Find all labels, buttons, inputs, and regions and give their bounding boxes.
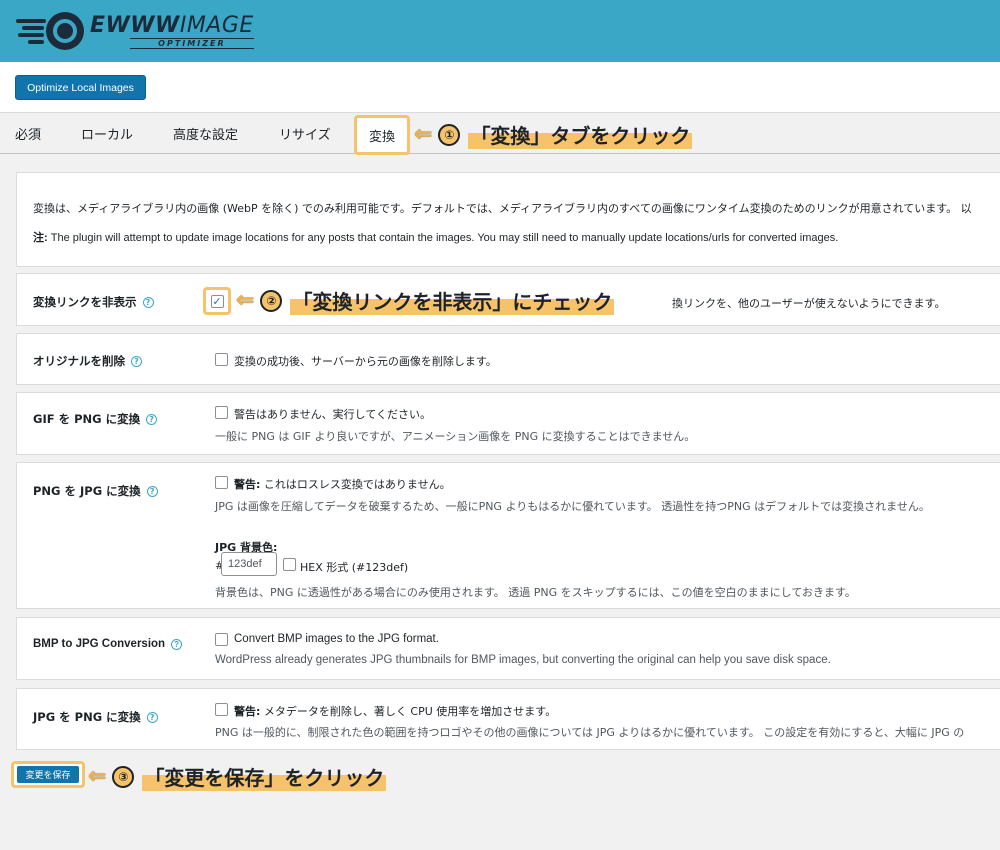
annotation-text: 「変換」タブをクリック	[468, 120, 693, 149]
intro-description: 変換は、メディアライブラリ内の画像 (WebP を除く) でのみ利用可能です。デ…	[33, 202, 972, 215]
setting-label: GIF を PNG に変換?	[33, 411, 158, 427]
setting-row-bmp-to-jpg: BMP to JPG Conversion? Convert BMP image…	[16, 617, 1000, 680]
annotation-text: 「変更を保存」をクリック	[142, 762, 387, 791]
save-changes-button[interactable]: 変更を保存	[17, 766, 79, 783]
step-number: ①	[438, 123, 461, 146]
save-button-highlight: 変更を保存	[11, 761, 85, 788]
intro-note: 注: The plugin will attempt to update ima…	[33, 232, 839, 244]
png-to-jpg-checkbox[interactable]	[215, 476, 228, 489]
bmp-to-jpg-checkbox[interactable]	[215, 633, 228, 646]
step-number: ③	[112, 765, 135, 788]
setting-label: オリジナルを削除?	[33, 353, 142, 369]
optimize-local-images-button[interactable]: Optimize Local Images	[15, 75, 146, 100]
jpg-background-color-input[interactable]: 123def	[221, 552, 277, 576]
arrow-left-icon: ⇐	[414, 122, 433, 147]
arrow-left-icon: ⇐	[236, 288, 255, 313]
setting-description: 換リンクを、他のユーザーが使えないようにできます。	[672, 297, 946, 310]
gif-to-png-checkbox[interactable]	[215, 406, 228, 419]
setting-description: 一般に PNG は GIF より良いですが、アニメーション画像を PNG に変換…	[215, 430, 696, 443]
tab-resize[interactable]: リサイズ	[279, 124, 331, 143]
ewww-logo: EWWWIMAGE OPTIMIZER	[16, 10, 254, 52]
arrow-left-icon: ⇐	[88, 764, 107, 789]
jpg-to-png-checkbox[interactable]	[215, 703, 228, 716]
tab-local[interactable]: ローカル	[81, 124, 133, 143]
annotation-step-2: ⇐ ② 「変換リンクを非表示」にチェック	[236, 286, 615, 315]
background-color-description: 背景色は、PNG に透過性がある場合にのみ使用されます。 透過 PNG をスキッ…	[215, 586, 856, 599]
top-toolbar: Optimize Local Images	[0, 62, 1000, 112]
setting-description: WordPress already generates JPG thumbnai…	[215, 654, 831, 666]
setting-description: 変換の成功後、サーバーから元の画像を削除します。	[234, 355, 497, 368]
setting-description: PNG は一般的に、制限された色の範囲を持つロゴやその他の画像については JPG…	[215, 726, 965, 739]
tab-basic[interactable]: 必須	[15, 124, 41, 143]
help-icon[interactable]: ?	[146, 711, 158, 723]
logo-wordmark: EWWWIMAGE	[90, 12, 254, 38]
setting-label: PNG を JPG に変換?	[33, 483, 158, 499]
step-number: ②	[260, 289, 283, 312]
setting-label: 変換リンクを非表示?	[33, 294, 154, 310]
annotation-text: 「変換リンクを非表示」にチェック	[290, 286, 615, 315]
setting-label: JPG を PNG に変換?	[33, 709, 158, 725]
logo-speed-lines	[16, 16, 50, 46]
hex-format-label: HEX 形式 (#123def)	[300, 561, 409, 574]
help-icon[interactable]: ?	[146, 485, 158, 497]
setting-option-text: 警告: メタデータを削除し、著しく CPU 使用率を増加させます。	[234, 705, 557, 718]
logo-subtitle: OPTIMIZER	[130, 37, 254, 49]
hide-links-checkbox[interactable]: ✓	[210, 294, 224, 308]
setting-option-text: 警告: これはロスレス変換ではありません。	[234, 478, 451, 491]
setting-row-jpg-to-png: JPG を PNG に変換? 警告: メタデータを削除し、著しく CPU 使用率…	[16, 688, 1000, 750]
tab-advanced[interactable]: 高度な設定	[173, 124, 238, 143]
help-icon[interactable]: ?	[171, 638, 183, 650]
logo-aperture-icon	[46, 12, 84, 50]
hex-format-checkbox[interactable]	[283, 558, 296, 571]
help-icon[interactable]: ?	[131, 355, 142, 367]
help-icon[interactable]: ?	[142, 296, 154, 308]
annotation-step-3: ⇐ ③ 「変更を保存」をクリック	[88, 762, 387, 791]
check-icon: ✓	[212, 294, 222, 308]
annotation-step-1: ⇐ ① 「変換」タブをクリック	[414, 120, 693, 149]
setting-row-gif-to-png: GIF を PNG に変換? 警告はありません、実行してください。 一般に PN…	[16, 392, 1000, 455]
setting-description: JPG は画像を圧縮してデータを破棄するため、一般にPNG よりもはるかに優れて…	[215, 500, 930, 513]
setting-option-text: Convert BMP images to the JPG format.	[234, 633, 439, 645]
plugin-header-banner: EWWWIMAGE OPTIMIZER	[0, 0, 1000, 62]
tab-convert[interactable]: 変換	[354, 115, 410, 155]
setting-row-delete-original: オリジナルを削除? 変換の成功後、サーバーから元の画像を削除します。	[16, 333, 1000, 385]
hide-links-checkbox-highlight: ✓	[203, 287, 231, 315]
setting-row-png-to-jpg: PNG を JPG に変換? 警告: これはロスレス変換ではありません。 JPG…	[16, 462, 1000, 609]
setting-option-text: 警告はありません、実行してください。	[234, 408, 432, 421]
conversion-intro-panel: 変換は、メディアライブラリ内の画像 (WebP を除く) でのみ利用可能です。デ…	[16, 172, 1000, 267]
setting-label: BMP to JPG Conversion?	[33, 638, 183, 650]
delete-original-checkbox[interactable]	[215, 353, 228, 366]
help-icon[interactable]: ?	[146, 413, 158, 425]
